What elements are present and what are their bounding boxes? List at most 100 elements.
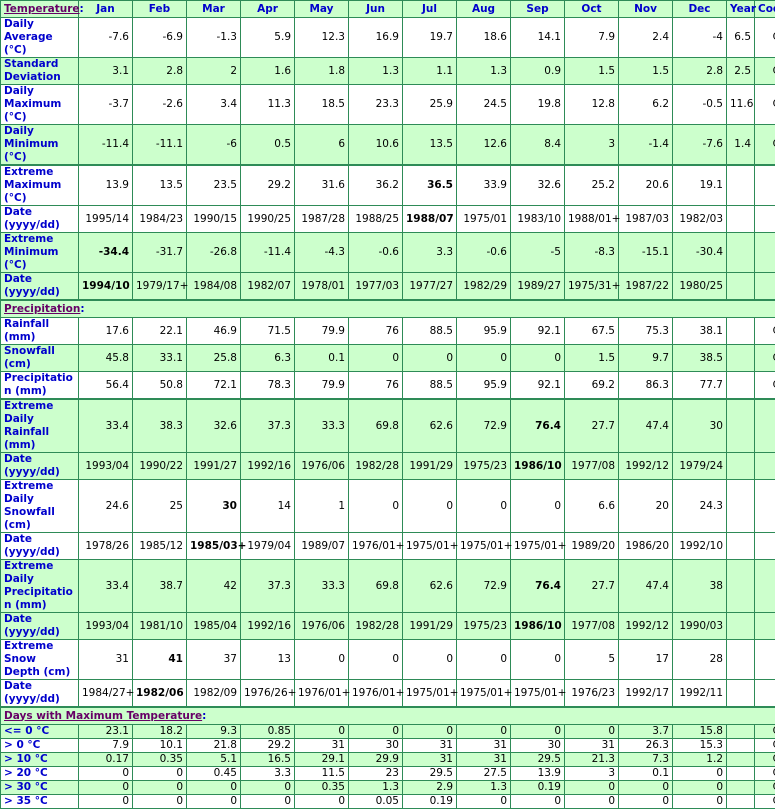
row-label: > 0 °C xyxy=(1,739,79,753)
month-value: 1977/03 xyxy=(349,273,403,301)
month-value: 0 xyxy=(403,640,457,680)
month-value: 95.9 xyxy=(457,318,511,345)
month-value: 3.7 xyxy=(619,725,673,739)
month-value: 0 xyxy=(187,795,241,809)
year-value xyxy=(727,795,755,809)
days-max-temp-link[interactable]: Days with Maximum Temperature xyxy=(4,710,202,722)
month-value: -0.6 xyxy=(457,233,511,273)
month-value: 30 xyxy=(673,399,727,453)
month-value: 29.1 xyxy=(295,753,349,767)
month-value: 0 xyxy=(457,725,511,739)
month-value: 69.8 xyxy=(349,399,403,453)
month-value: 0.85 xyxy=(241,725,295,739)
month-value: 0 xyxy=(295,640,349,680)
table-row: Standard Deviation3.12.821.61.81.31.11.3… xyxy=(1,58,775,85)
month-value: 0 xyxy=(349,345,403,372)
month-value: 6 xyxy=(295,125,349,166)
month-value: 17.6 xyxy=(79,318,133,345)
month-value: 29.5 xyxy=(511,753,565,767)
month-value: 76 xyxy=(349,372,403,400)
month-value: 0 xyxy=(673,767,727,781)
month-header: Jan xyxy=(79,1,133,18)
row-label: > 30 °C xyxy=(1,781,79,795)
month-value: 25.2 xyxy=(565,165,619,206)
month-value: 13.9 xyxy=(79,165,133,206)
month-value: -5 xyxy=(511,233,565,273)
month-value: 18.5 xyxy=(295,85,349,125)
month-value: 46.9 xyxy=(187,318,241,345)
month-header: Jun xyxy=(349,1,403,18)
row-label: Date (yyyy/dd) xyxy=(1,613,79,640)
month-value: 1976/01+ xyxy=(295,680,349,708)
month-value: 0 xyxy=(457,480,511,533)
month-value: 1995/14 xyxy=(79,206,133,233)
month-value: 0.19 xyxy=(403,795,457,809)
table-row: Snowfall (cm)45.833.125.86.30.100001.59.… xyxy=(1,345,775,372)
section-days-max-temp: Days with Maximum Temperature: xyxy=(1,707,775,725)
month-value: 72.9 xyxy=(457,399,511,453)
month-header: Aug xyxy=(457,1,511,18)
month-value: 2.8 xyxy=(673,58,727,85)
temperature-link[interactable]: Temperature xyxy=(4,3,80,15)
month-value: 1990/15 xyxy=(187,206,241,233)
month-value: 0 xyxy=(619,795,673,809)
month-value: 1975/01+ xyxy=(457,533,511,560)
year-value xyxy=(727,680,755,708)
month-value: 1975/01+ xyxy=(403,533,457,560)
month-value: 1979/04 xyxy=(241,533,295,560)
month-value: 72.9 xyxy=(457,560,511,613)
row-label: Standard Deviation xyxy=(1,58,79,85)
month-value: 47.4 xyxy=(619,560,673,613)
month-value: 1976/01+ xyxy=(349,680,403,708)
month-value: 2 xyxy=(187,58,241,85)
month-value: -3.7 xyxy=(79,85,133,125)
month-header: Nov xyxy=(619,1,673,18)
month-value: 1984/08 xyxy=(187,273,241,301)
month-value: 50.8 xyxy=(133,372,187,400)
row-label: Extreme Daily Precipitation (mm) xyxy=(1,560,79,613)
row-label: Date (yyyy/dd) xyxy=(1,453,79,480)
month-value: 21.8 xyxy=(187,739,241,753)
month-value: 32.6 xyxy=(187,399,241,453)
month-value: -26.8 xyxy=(187,233,241,273)
table-row: Date (yyyy/dd)1994/101979/17+1984/081982… xyxy=(1,273,775,301)
month-value: 1975/01+ xyxy=(457,680,511,708)
month-value: 76 xyxy=(349,318,403,345)
precipitation-link[interactable]: Precipitation xyxy=(4,303,80,315)
code-value: C xyxy=(755,85,775,125)
month-value: 14.1 xyxy=(511,18,565,58)
month-header: Oct xyxy=(565,1,619,18)
month-value: 0 xyxy=(295,725,349,739)
month-value: 62.6 xyxy=(403,399,457,453)
month-value: 30 xyxy=(349,739,403,753)
table-row: Daily Minimum (°C)-11.4-11.1-60.5610.613… xyxy=(1,125,775,166)
year-value xyxy=(727,345,755,372)
row-label: Daily Average (°C) xyxy=(1,18,79,58)
month-value: 1987/03 xyxy=(619,206,673,233)
code-value xyxy=(755,533,775,560)
code-value: C xyxy=(755,58,775,85)
row-label: Snowfall (cm) xyxy=(1,345,79,372)
month-value: 0.17 xyxy=(79,753,133,767)
month-value: 2.4 xyxy=(619,18,673,58)
month-header: Feb xyxy=(133,1,187,18)
month-value: 1992/16 xyxy=(241,453,295,480)
month-value: 29.2 xyxy=(241,165,295,206)
table-row: Rainfall (mm)17.622.146.971.579.97688.59… xyxy=(1,318,775,345)
month-value: 1990/25 xyxy=(241,206,295,233)
code-value xyxy=(755,560,775,613)
month-value: 1977/08 xyxy=(565,453,619,480)
code-value xyxy=(755,613,775,640)
code-value xyxy=(755,399,775,453)
month-value: 0 xyxy=(349,725,403,739)
month-value: 9.7 xyxy=(619,345,673,372)
month-value: 12.6 xyxy=(457,125,511,166)
month-value: 1987/28 xyxy=(295,206,349,233)
month-value: 0 xyxy=(457,795,511,809)
month-value: -0.6 xyxy=(349,233,403,273)
month-header: Mar xyxy=(187,1,241,18)
row-label: Date (yyyy/dd) xyxy=(1,680,79,708)
month-value: 1986/10 xyxy=(511,613,565,640)
month-value: 0 xyxy=(133,781,187,795)
month-value: 1975/01+ xyxy=(511,680,565,708)
